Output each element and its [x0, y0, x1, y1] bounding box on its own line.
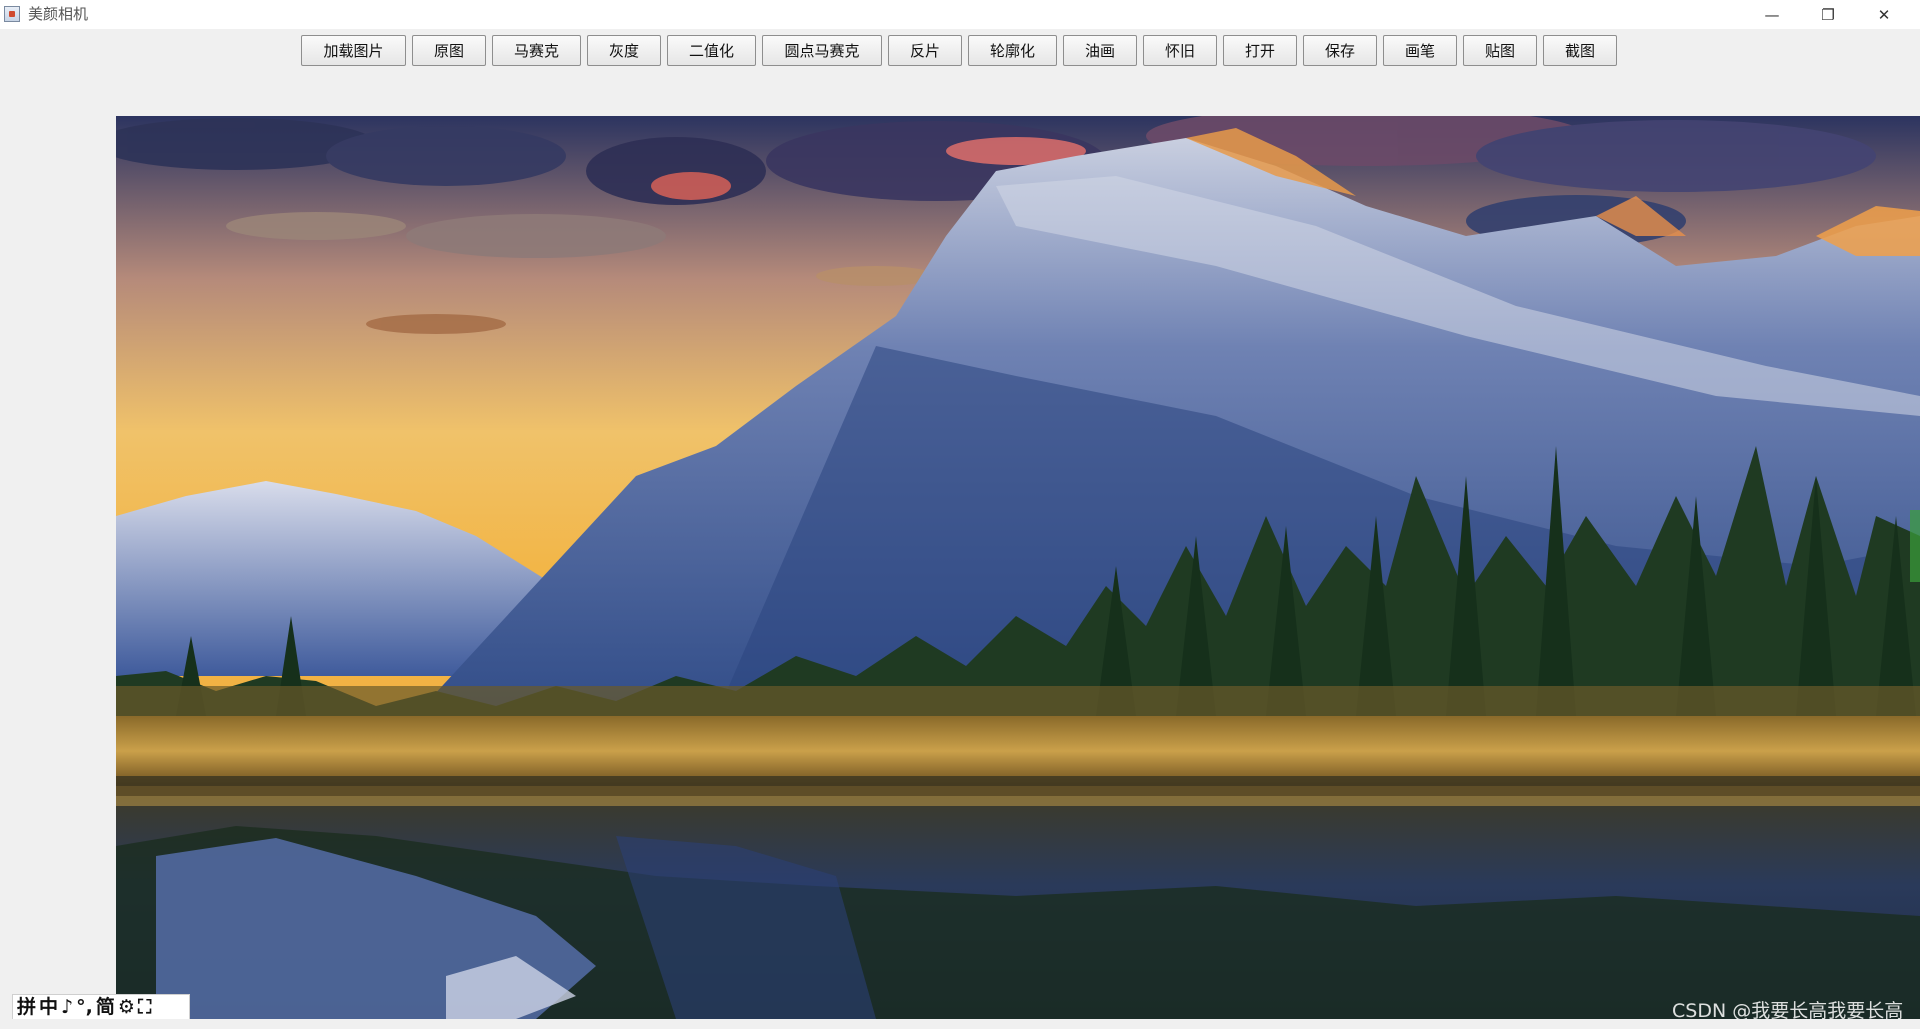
contour-button[interactable]: 轮廓化 — [968, 35, 1057, 66]
ime-expand-icon[interactable]: ⛶ — [138, 996, 151, 1018]
dot-mosaic-button[interactable]: 圆点马赛克 — [762, 35, 882, 66]
oil-paint-button[interactable]: 油画 — [1063, 35, 1137, 66]
load-image-button[interactable]: 加载图片 — [301, 35, 406, 66]
minimize-button[interactable]: — — [1744, 0, 1800, 29]
ime-settings-icon[interactable]: ⚙ — [118, 996, 135, 1018]
ime-pinyin-icon[interactable]: 拼 — [17, 996, 36, 1018]
ime-punctuation-icon[interactable]: °, — [76, 996, 93, 1018]
window-title: 美颜相机 — [28, 5, 89, 23]
negative-button[interactable]: 反片 — [888, 35, 962, 66]
original-button[interactable]: 原图 — [412, 35, 486, 66]
scroll-indicator — [1910, 510, 1920, 582]
mosaic-button[interactable]: 马赛克 — [492, 35, 581, 66]
ime-toolbar: 拼 中 ♪ °, 简 ⚙ ⛶ — [12, 994, 190, 1020]
image-canvas[interactable] — [116, 116, 1920, 1019]
binarize-button[interactable]: 二值化 — [667, 35, 756, 66]
title-bar: 美颜相机 — ❐ ✕ — [0, 0, 1920, 29]
toolbar: 加载图片 原图 马赛克 灰度 二值化 圆点马赛克 反片 轮廓化 油画 怀旧 打开… — [0, 29, 1920, 116]
maximize-button[interactable]: ❐ — [1800, 0, 1856, 29]
app-icon — [4, 6, 20, 22]
nostalgia-button[interactable]: 怀旧 — [1143, 35, 1217, 66]
save-button[interactable]: 保存 — [1303, 35, 1377, 66]
ime-simplified-mode[interactable]: 简 — [96, 996, 115, 1018]
ime-moon-icon[interactable]: ♪ — [61, 996, 73, 1018]
grayscale-button[interactable]: 灰度 — [587, 35, 661, 66]
open-button[interactable]: 打开 — [1223, 35, 1297, 66]
sticker-button[interactable]: 贴图 — [1463, 35, 1537, 66]
status-strip — [0, 1019, 1920, 1029]
screenshot-button[interactable]: 截图 — [1543, 35, 1617, 66]
ime-chinese-mode[interactable]: 中 — [39, 996, 58, 1018]
landscape-image — [116, 116, 1920, 1019]
close-button[interactable]: ✕ — [1856, 0, 1912, 29]
brush-button[interactable]: 画笔 — [1383, 35, 1457, 66]
